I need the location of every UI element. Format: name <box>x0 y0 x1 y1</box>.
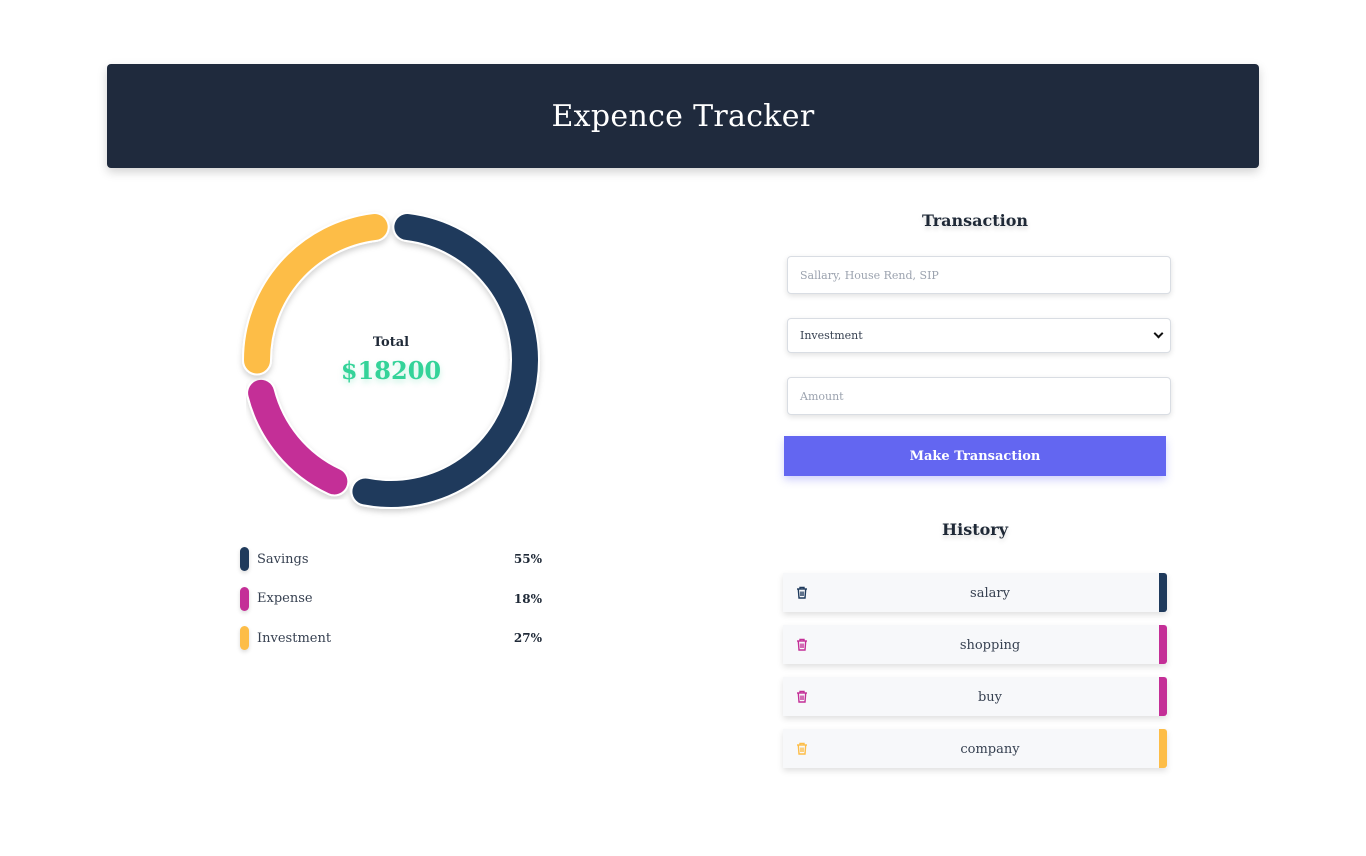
legend-item-expense: Expense 18% <box>240 586 542 611</box>
app-header: Expence Tracker <box>107 64 1259 168</box>
investment-color-swatch <box>240 626 249 650</box>
transaction-name-placeholder: Sallary, House Rend, SIP <box>800 268 939 282</box>
legend-percent: 18% <box>513 591 542 606</box>
amount-input[interactable]: Amount <box>787 377 1171 415</box>
chevron-down-icon <box>1153 328 1164 339</box>
trash-icon[interactable] <box>796 584 808 599</box>
history-item-name: salary <box>970 586 1010 601</box>
app-title: Expence Tracker <box>551 98 815 134</box>
trash-icon[interactable] <box>796 740 808 755</box>
history-item-company: company <box>783 729 1167 768</box>
history-item-color-edge <box>1159 625 1167 664</box>
legend: Savings 55% Expense 18% Investment 27% <box>240 547 542 666</box>
history-item-color-edge <box>1159 677 1167 716</box>
donut-center: Total $18200 <box>228 197 554 523</box>
savings-color-swatch <box>240 547 249 571</box>
history-item-name: company <box>960 742 1020 757</box>
history-item-shopping: shopping <box>783 625 1167 664</box>
history-item-buy: buy <box>783 677 1167 716</box>
history-title: History <box>942 520 1008 539</box>
donut-chart: Total $18200 <box>228 197 554 523</box>
legend-percent: 55% <box>513 552 542 566</box>
legend-percent: 27% <box>513 631 542 645</box>
legend-item-investment: Investment 27% <box>240 626 542 650</box>
transaction-type-select[interactable]: Investment <box>787 318 1171 353</box>
transaction-title: Transaction <box>921 211 1029 230</box>
legend-item-savings: Savings 55% <box>240 547 542 571</box>
make-transaction-button[interactable]: Make Transaction <box>784 436 1166 476</box>
amount-placeholder: Amount <box>800 389 844 403</box>
transaction-name-input[interactable]: Sallary, House Rend, SIP <box>787 256 1171 294</box>
legend-label: Savings <box>257 551 309 567</box>
history-list: salary shopping buy company <box>783 573 1167 781</box>
trash-icon[interactable] <box>796 688 808 703</box>
transaction-type-value: Investment <box>800 329 863 342</box>
history-item-color-edge <box>1159 729 1167 768</box>
history-item-salary: salary <box>783 573 1167 612</box>
history-item-name: shopping <box>959 638 1021 653</box>
history-item-name: buy <box>977 690 1003 705</box>
expense-color-swatch <box>240 586 249 611</box>
total-label: Total <box>372 335 410 350</box>
legend-label: Investment <box>257 630 332 646</box>
trash-icon[interactable] <box>796 636 808 651</box>
legend-label: Expense <box>257 591 313 606</box>
total-value: $18200 <box>340 356 442 385</box>
history-item-color-edge <box>1159 573 1167 612</box>
